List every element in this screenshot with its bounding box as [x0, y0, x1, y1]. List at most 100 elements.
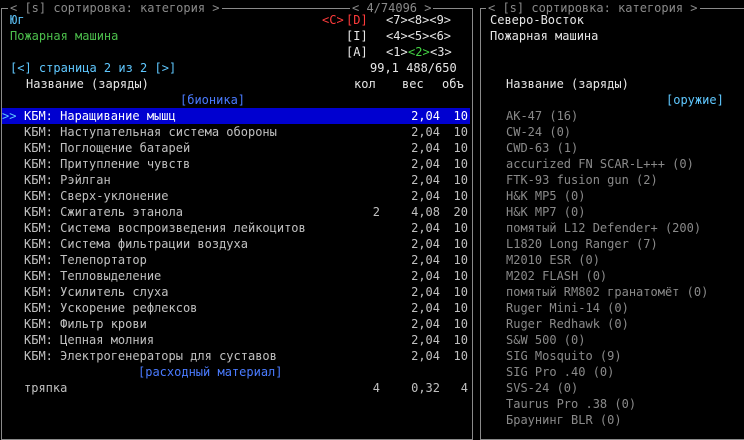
category-consumable: [расходный материал] [138, 365, 283, 379]
key-d-button[interactable]: [D] [346, 12, 368, 28]
right-column-header-name: Название (заряды) [506, 77, 629, 91]
table-row[interactable]: КБМ: Тепловыделение 2,04 10 [0, 268, 470, 284]
list-item[interactable]: Ruger Mini-14 (0) [506, 300, 629, 316]
numpad-row-1[interactable]: <7><8><9> [386, 12, 451, 28]
list-item[interactable]: FTK-93 fusion gun (2) [506, 172, 658, 188]
item-obj: 10 [453, 285, 468, 299]
item-obj: 10 [453, 301, 468, 315]
numpad-key-1[interactable]: <1> [386, 44, 408, 60]
right-location: Северо-Восток [490, 13, 584, 27]
list-item[interactable]: помятый L12 Defender+ (200) [506, 220, 701, 236]
item-name: КБМ: Рэйлган [24, 173, 111, 187]
item-name: КБМ: Притупление чувств [24, 157, 191, 171]
item-name: КБМ: Тепловыделение [24, 269, 162, 283]
item-obj: 10 [453, 237, 468, 251]
list-item[interactable]: M2010 ESR (0) [506, 252, 600, 268]
left-panel-header[interactable]: < [s] сортировка: категория > [8, 0, 222, 16]
table-row[interactable]: КБМ: Сверх-уклонение 2,04 10 [0, 188, 470, 204]
item-obj: 10 [453, 109, 468, 123]
list-item[interactable]: H&K MP7 (0) [506, 204, 585, 220]
item-obj: 10 [453, 141, 468, 155]
list-item[interactable]: M202 FLASH (0) [506, 268, 607, 284]
table-row[interactable]: КБМ: Рэйлган 2,04 10 [0, 172, 470, 188]
item-ves: 2,04 [411, 333, 440, 347]
right-vehicle: Пожарная машина [490, 29, 599, 43]
item-name: КБМ: Усилитель слуха [24, 285, 169, 299]
item-ves: 2,04 [411, 301, 440, 315]
item-name: КБМ: Поглощение батарей [24, 141, 191, 155]
table-row[interactable]: тряпка 4 0,32 4 [0, 380, 470, 396]
table-row[interactable]: КБМ: Цепная молния 2,04 10 [0, 332, 470, 348]
item-name: КБМ: Система воспроизведения лейкоцитов [24, 221, 306, 235]
weight-volume-totals: 99,1 488/650 [370, 61, 457, 75]
item-name: КБМ: Электрогенераторы для суставов [24, 349, 277, 363]
item-ves: 2,04 [411, 317, 440, 331]
list-item[interactable]: SVS-24 (0) [506, 380, 578, 396]
table-row[interactable]: КБМ: Усилитель слуха 2,04 10 [0, 284, 470, 300]
table-row[interactable]: КБМ: Поглощение батарей 2,04 10 [0, 140, 470, 156]
item-name: КБМ: Сверх-уклонение [24, 189, 169, 203]
table-row[interactable]: КБМ: Система фильтрации воздуха 2,04 10 [0, 236, 470, 252]
list-item[interactable]: Taurus Pro .38 (0) [506, 396, 636, 412]
list-item[interactable]: SIG Mosquito (9) [506, 348, 622, 364]
table-row[interactable]: КБМ: Система воспроизведения лейкоцитов 2… [0, 220, 470, 236]
category-weapons: [оружие] [666, 93, 724, 107]
list-item[interactable]: L1820 Long Ranger (7) [506, 236, 658, 252]
item-name: КБМ: Сжигатель этанола [24, 205, 183, 219]
item-ves: 2,04 [411, 189, 440, 203]
key-c-button[interactable]: <C> [322, 12, 344, 28]
table-row[interactable]: КБМ: Наращивание мышц 2,04 10 [0, 108, 470, 124]
item-name: КБМ: Наступательная система обороны [24, 125, 277, 139]
numpad-key-2[interactable]: <2> [408, 44, 430, 60]
table-row[interactable]: КБМ: Электрогенераторы для суставов 2,04 1… [0, 348, 470, 364]
item-obj: 10 [453, 157, 468, 171]
list-item[interactable]: accurized FN SCAR-L+++ (0) [506, 156, 694, 172]
item-obj: 20 [453, 205, 468, 219]
table-row[interactable]: КБМ: Сжигатель этанола 2 4,08 20 [0, 204, 470, 220]
list-item[interactable]: помятый RM802 гранатомёт (0) [506, 284, 708, 300]
list-item[interactable]: SIG Pro .40 (0) [506, 364, 614, 380]
item-ves: 2,04 [411, 237, 440, 251]
item-ves: 2,04 [411, 157, 440, 171]
item-obj: 10 [453, 317, 468, 331]
numpad-row-2[interactable]: <4><5><6> [386, 28, 451, 44]
item-obj: 10 [453, 125, 468, 139]
item-ves: 2,04 [411, 109, 440, 123]
item-ves: 2,04 [411, 173, 440, 187]
item-ves: 2,04 [411, 125, 440, 139]
column-header-obj: объ [442, 77, 464, 91]
list-item[interactable]: Браунинг BLR (0) [506, 412, 622, 428]
numpad-key-3[interactable]: <3> [430, 44, 452, 60]
list-item[interactable]: CWD-63 (1) [506, 140, 578, 156]
table-row[interactable]: КБМ: Телепортатор 2,04 10 [0, 252, 470, 268]
item-obj: 10 [453, 333, 468, 347]
category-bionics: [бионика] [180, 93, 246, 107]
item-ves: 2,04 [411, 269, 440, 283]
item-ves: 2,04 [411, 221, 440, 235]
table-row[interactable]: КБМ: Притупление чувств 2,04 10 [0, 156, 470, 172]
item-obj: 4 [460, 381, 468, 395]
key-i-button[interactable]: [I] [346, 28, 368, 44]
item-name: КБМ: Цепная молния [24, 333, 155, 347]
item-obj: 10 [453, 189, 468, 203]
key-a-button[interactable]: [A] [346, 44, 368, 60]
column-header-name: Название (заряды) [26, 77, 149, 91]
left-location: Юг [10, 13, 25, 27]
item-name: КБМ: Наращивание мышц [24, 109, 176, 123]
list-item[interactable]: S&W 500 (0) [506, 332, 585, 348]
item-ves: 0,32 [411, 381, 440, 395]
list-item[interactable]: Ruger Redhawk (0) [506, 316, 629, 332]
item-obj: 10 [453, 269, 468, 283]
list-item[interactable]: CW-24 (0) [506, 124, 571, 140]
item-obj: 10 [453, 173, 468, 187]
item-obj: 10 [453, 253, 468, 267]
item-obj: 10 [453, 221, 468, 235]
item-name: КБМ: Телепортатор [24, 253, 147, 267]
page-navigation[interactable]: [<] страница 2 из 2 [>] [10, 60, 176, 76]
table-row[interactable]: КБМ: Ускорение рефлексов 2,04 10 [0, 300, 470, 316]
table-row[interactable]: КБМ: Наступательная система обороны 2,04 1… [0, 124, 470, 140]
list-item[interactable]: AK-47 (16) [506, 108, 578, 124]
item-ves: 2,04 [411, 253, 440, 267]
table-row[interactable]: КБМ: Фильтр крови 2,04 10 [0, 316, 470, 332]
list-item[interactable]: H&K MP5 (0) [506, 188, 585, 204]
